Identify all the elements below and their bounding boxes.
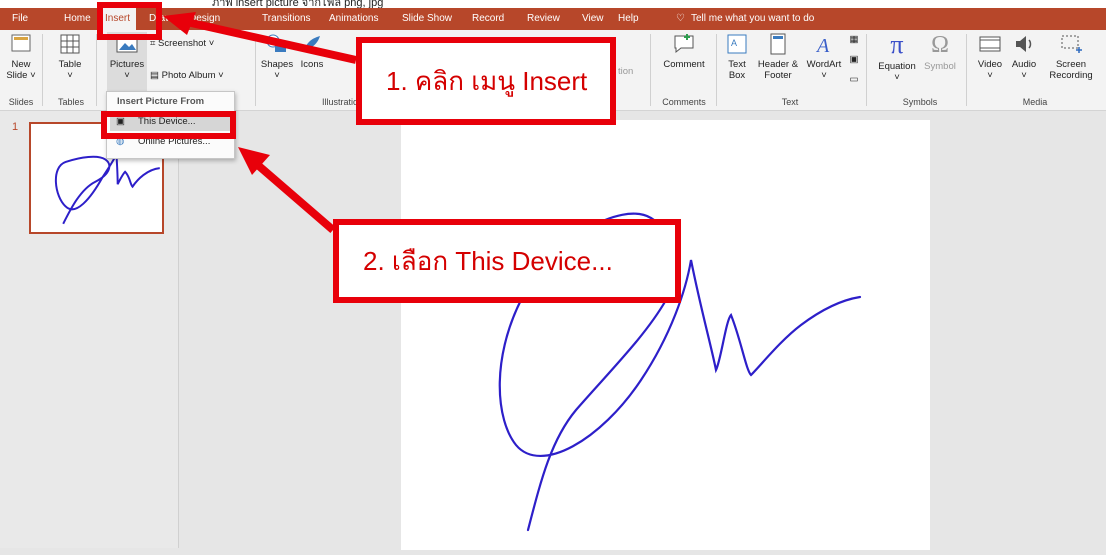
arrow-head-insert — [163, 12, 196, 35]
arrow-to-insert — [177, 16, 357, 64]
arrow-to-this-device — [249, 156, 336, 234]
annotation-arrows — [163, 12, 357, 234]
